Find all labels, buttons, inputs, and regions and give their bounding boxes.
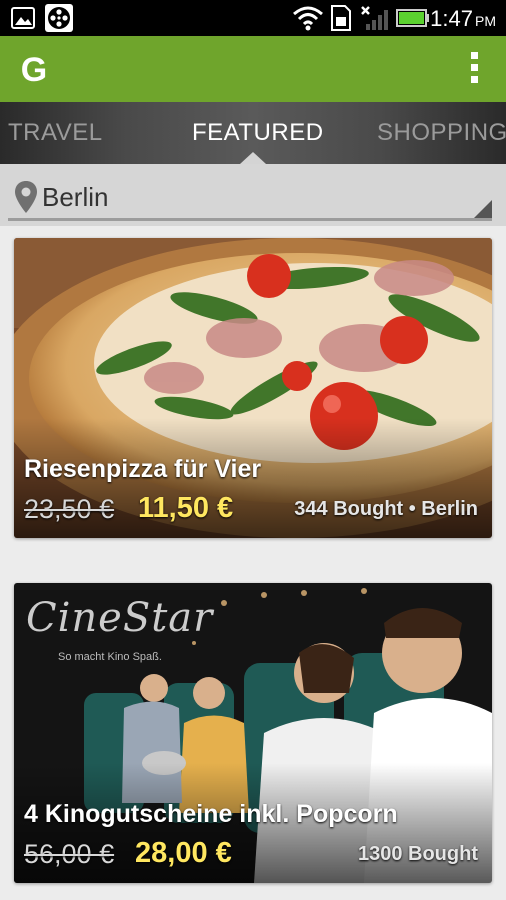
location-label: Berlin <box>42 182 109 212</box>
tab-shopping[interactable]: SHOPPING <box>377 119 506 147</box>
wifi-icon <box>293 6 323 31</box>
film-reel-icon <box>45 4 73 32</box>
deal-title: 4 Kinogutscheine inkl. Popcorn <box>24 800 398 828</box>
location-selector[interactable]: Berlin <box>0 164 506 226</box>
deal-meta: 344 Bought • Berlin <box>294 498 478 520</box>
logo-letter: G <box>21 51 47 87</box>
deal-new-price: 28,00 € <box>135 837 232 869</box>
deal-card[interactable]: CineStar So macht Kino Spaß. 4 Kinogutsc… <box>14 583 492 883</box>
selected-tab-indicator <box>240 152 266 164</box>
dropdown-corner-icon <box>474 200 492 218</box>
no-signal-icon <box>361 6 388 30</box>
gallery-icon <box>11 7 35 29</box>
app-logo-icon[interactable]: G <box>16 51 52 87</box>
deal-card[interactable]: Riesenpizza für Vier 23,50 € 11,50 € 344… <box>14 238 492 538</box>
sim-icon <box>331 5 351 31</box>
tab-featured[interactable]: FEATURED <box>192 119 324 147</box>
deal-old-price: 56,00 € <box>24 839 115 869</box>
deal-title: Riesenpizza für Vier <box>24 455 262 483</box>
cinestar-logo: CineStar <box>26 595 214 641</box>
clock: 1:47 PM <box>430 6 496 31</box>
deal-old-price: 23,50 € <box>24 494 115 524</box>
overflow-menu-icon[interactable] <box>470 52 480 88</box>
battery-icon <box>396 9 429 27</box>
location-pin-icon <box>15 181 37 213</box>
deal-meta: 1300 Bought <box>357 843 478 865</box>
action-bar: G <box>0 36 506 102</box>
status-bar: 1:47 PM <box>0 0 506 36</box>
tab-travel[interactable]: TRAVEL <box>8 119 103 147</box>
cinestar-slogan: So macht Kino Spaß. <box>58 651 162 663</box>
deal-new-price: 11,50 € <box>138 492 234 524</box>
